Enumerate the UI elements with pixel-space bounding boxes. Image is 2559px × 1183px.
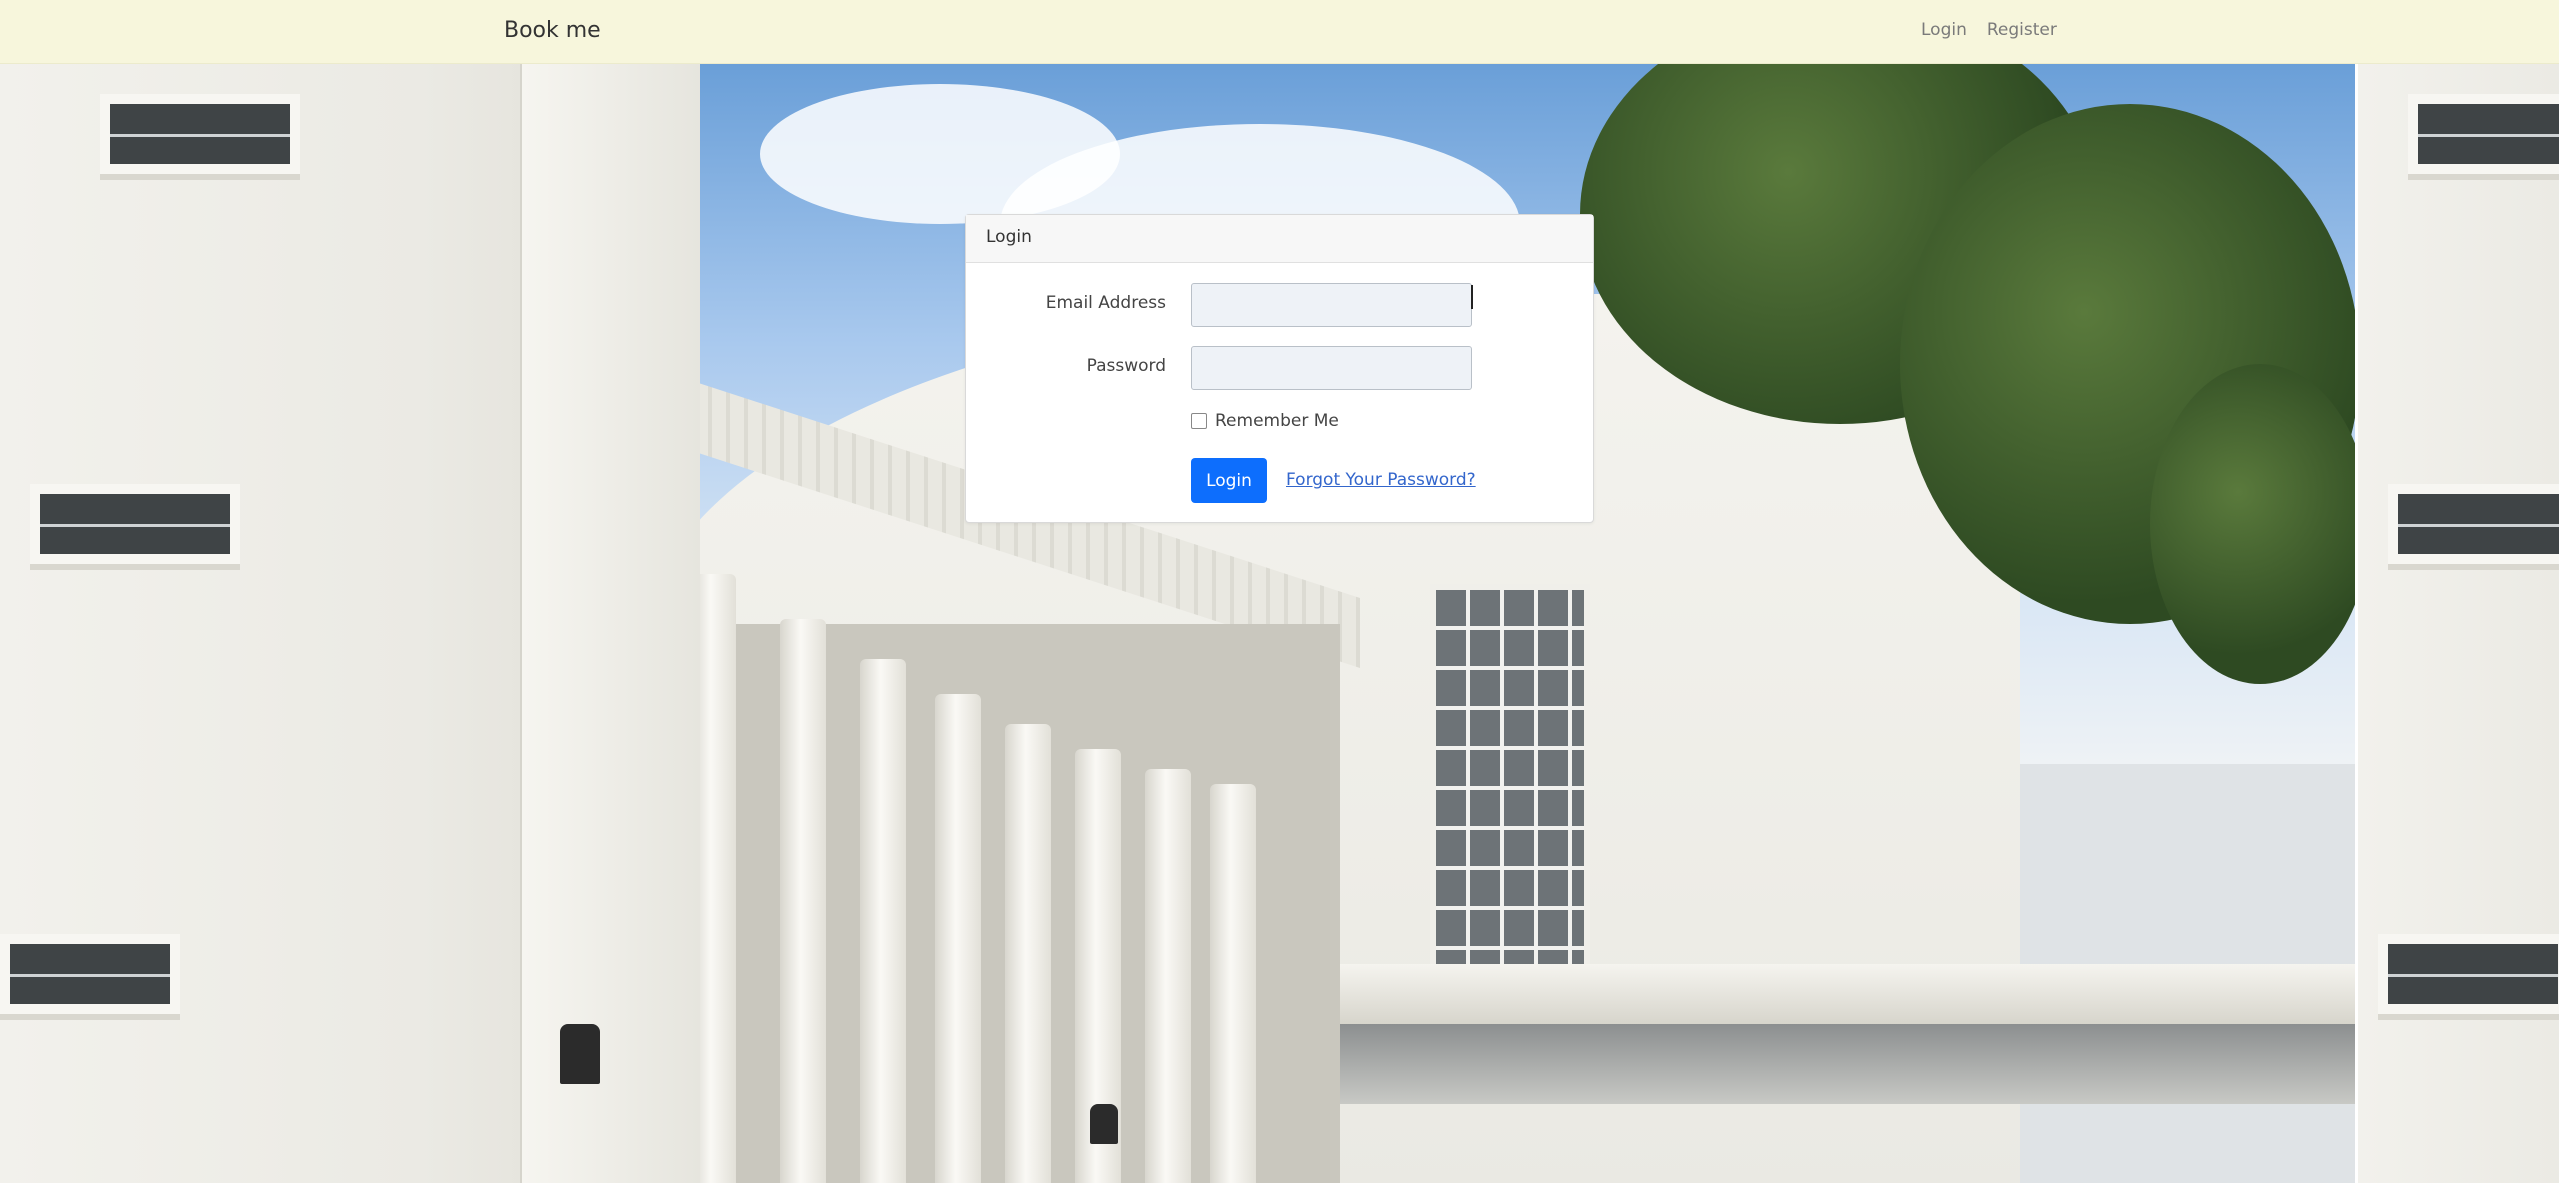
entrance-canopy <box>1340 964 2420 1024</box>
building-edge <box>520 64 700 1183</box>
column <box>1005 724 1051 1183</box>
canopy-underside <box>1340 1024 2420 1104</box>
brand-link[interactable]: Book me <box>504 16 601 46</box>
window <box>2408 94 2559 174</box>
column <box>860 659 906 1183</box>
window <box>2388 484 2559 564</box>
tree <box>2150 364 2370 684</box>
remember-me-checkbox[interactable] <box>1191 413 1207 429</box>
window <box>2378 934 2559 1014</box>
login-submit-button[interactable]: Login <box>1191 458 1267 503</box>
email-row: Email Address <box>966 283 1595 327</box>
password-label: Password <box>1086 356 1166 376</box>
window <box>0 934 180 1014</box>
text-cursor <box>1471 285 1473 309</box>
login-card-header: Login <box>966 215 1593 263</box>
password-row: Password <box>966 346 1595 390</box>
forgot-password-link[interactable]: Forgot Your Password? <box>1286 470 1476 490</box>
login-card: Login Email Address Password Remember Me… <box>965 214 1594 523</box>
lamp <box>560 1024 600 1084</box>
top-navbar: Book me Login Register <box>0 0 2559 64</box>
window <box>100 94 300 174</box>
lamp <box>1090 1104 1118 1144</box>
column <box>1145 769 1191 1183</box>
column <box>1210 784 1256 1183</box>
email-label: Email Address <box>1045 293 1166 313</box>
password-field[interactable] <box>1191 346 1472 390</box>
left-building <box>0 64 700 1183</box>
email-field[interactable] <box>1191 283 1472 327</box>
column <box>780 619 826 1183</box>
nav-register-link[interactable]: Register <box>1987 18 2057 42</box>
nav-links: Login Register <box>1921 18 2057 42</box>
tower-windows <box>1430 584 1590 1004</box>
remember-me-label[interactable]: Remember Me <box>1215 411 1339 431</box>
nav-login-link[interactable]: Login <box>1921 18 1967 42</box>
window <box>30 484 240 564</box>
column <box>935 694 981 1183</box>
remember-me-row: Remember Me <box>1191 411 1339 431</box>
right-building-strip <box>2355 64 2559 1183</box>
